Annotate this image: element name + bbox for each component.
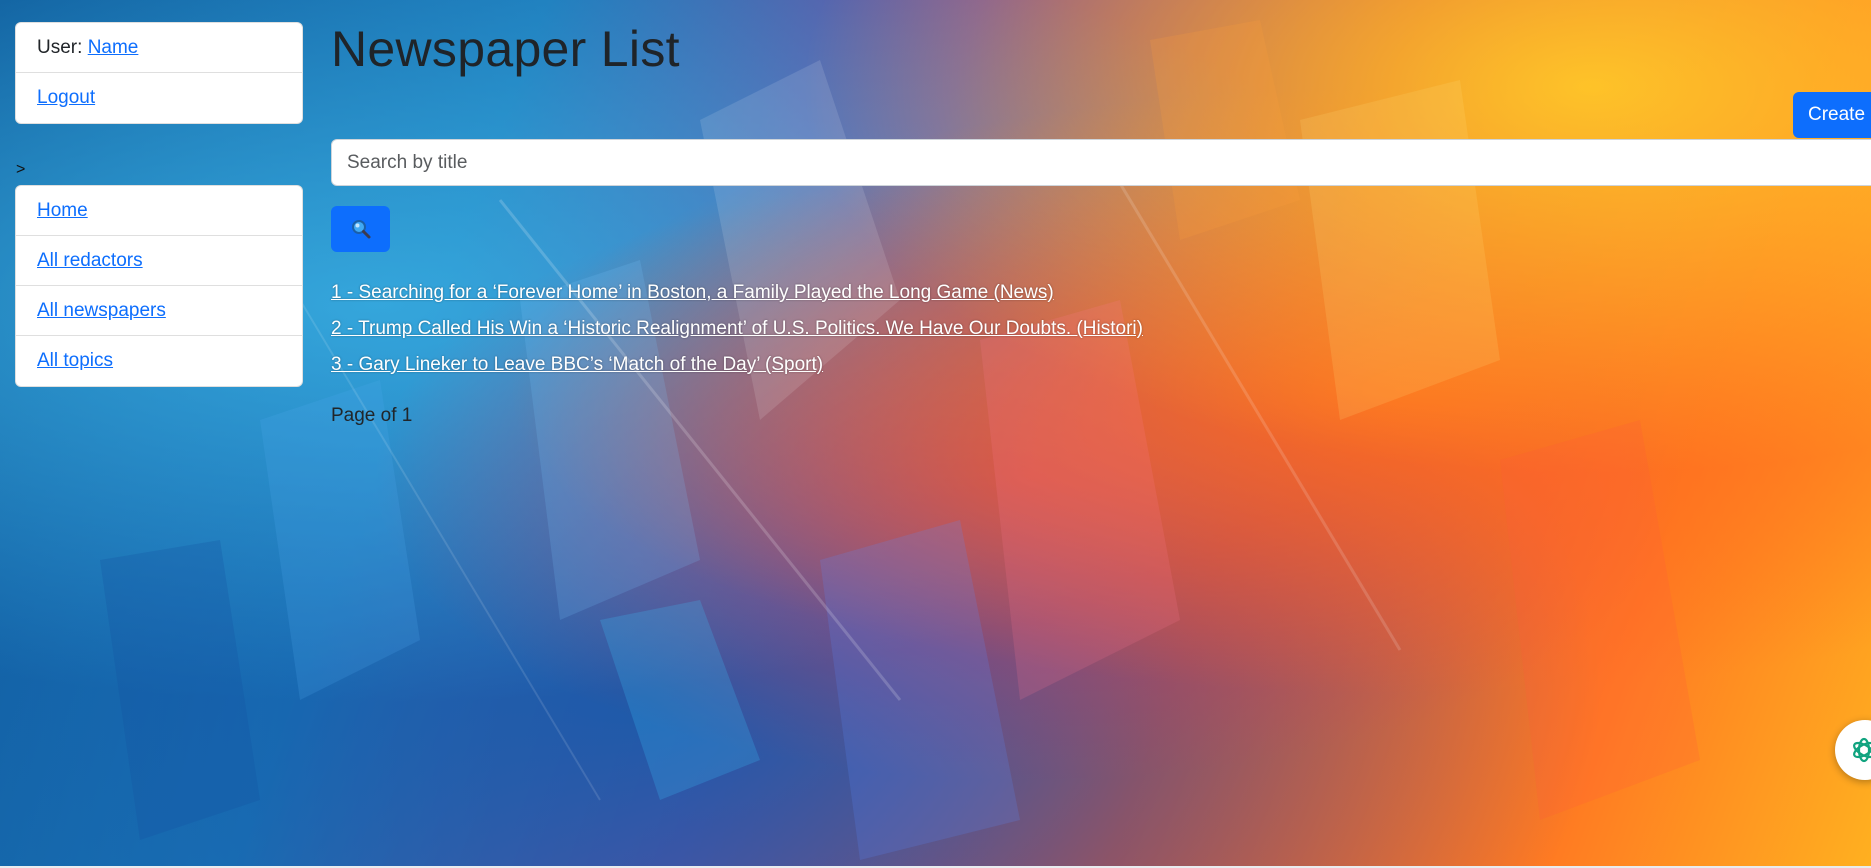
newspaper-link[interactable]: 2 - Trump Called His Win a ‘Historic Rea… (331, 318, 1143, 339)
list-item: 3 - Gary Lineker to Leave BBC’s ‘Match o… (331, 352, 1143, 388)
magnifier-icon (351, 220, 370, 239)
sidebar-item-newspapers: All newspapers (16, 286, 302, 336)
toggle-arrow: > (16, 161, 26, 178)
sidebar-item-home: Home (16, 186, 302, 236)
sidebar-item-topics: All topics (16, 336, 302, 386)
user-card: User: Name Logout (15, 22, 303, 124)
sidebar-item-redactors: All redactors (16, 236, 302, 286)
newspaper-link[interactable]: 3 - Gary Lineker to Leave BBC’s ‘Match o… (331, 354, 823, 375)
page-title: Newspaper List (331, 21, 680, 77)
chat-widget-button[interactable] (1835, 720, 1871, 780)
logout-row: Logout (16, 73, 302, 123)
create-button[interactable]: Create (1793, 92, 1871, 138)
user-name-link[interactable]: Name (88, 37, 139, 59)
newspaper-list: 1 - Searching for a ‘Forever Home’ in Bo… (331, 280, 1143, 388)
all-topics-link[interactable]: All topics (37, 350, 113, 372)
user-row: User: Name (16, 23, 302, 73)
home-link[interactable]: Home (37, 200, 88, 222)
list-item: 1 - Searching for a ‘Forever Home’ in Bo… (331, 280, 1143, 316)
all-redactors-link[interactable]: All redactors (37, 250, 143, 272)
sidebar-nav: Home All redactors All newspapers All to… (15, 185, 303, 387)
page: User: Name Logout > Home All redactors A… (0, 0, 1871, 868)
chatgpt-icon (1853, 737, 1871, 763)
all-newspapers-link[interactable]: All newspapers (37, 300, 166, 322)
user-label: User: (37, 36, 83, 58)
background-image (100, 20, 1700, 860)
search-button[interactable] (331, 206, 390, 252)
search-input[interactable] (331, 139, 1871, 186)
logout-link[interactable]: Logout (37, 87, 95, 109)
list-item: 2 - Trump Called His Win a ‘Historic Rea… (331, 316, 1143, 352)
pagination-text: Page of 1 (331, 405, 413, 426)
newspaper-link[interactable]: 1 - Searching for a ‘Forever Home’ in Bo… (331, 282, 1054, 303)
